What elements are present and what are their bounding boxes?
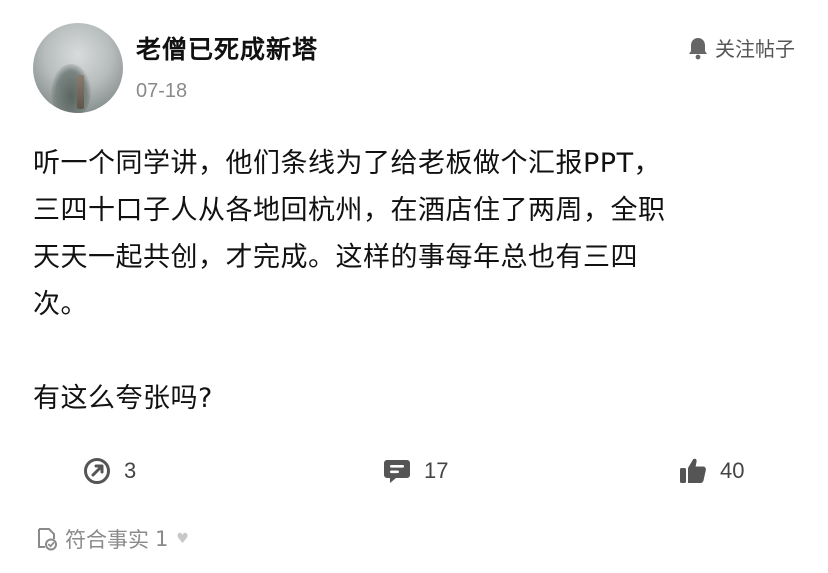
post-date: 07-18 [136, 80, 188, 102]
avatar-tree-shape [51, 64, 91, 113]
fact-tag[interactable]: 符合事实 1 ♥ [33, 524, 189, 554]
share-icon [82, 456, 112, 486]
comment-icon [382, 456, 412, 486]
author-name[interactable]: 老僧已死成新塔 [136, 30, 318, 66]
avatar-tower-shape [77, 75, 84, 109]
content-line: 听一个同学讲，他们条线为了给老板做个汇报PPT， [33, 148, 662, 179]
comment-count: 17 [424, 458, 449, 483]
content-line: 天天一起共创，才完成。这样的事每年总也有三四 [33, 242, 638, 273]
content-question: 有这么夸张吗? [33, 383, 213, 414]
follow-post-button[interactable]: 关注帖子 [687, 33, 795, 62]
share-count: 3 [124, 458, 137, 483]
post-content: 听一个同学讲，他们条线为了给老板做个汇报PPT， 三四十口子人从各地回杭州，在酒… [33, 140, 803, 422]
like-count: 40 [720, 458, 745, 483]
like-button[interactable]: 40 [678, 456, 744, 486]
bell-icon [687, 36, 709, 60]
heart-icon: ♥ [176, 531, 189, 547]
action-bar: 3 17 40 [0, 450, 828, 494]
content-line: 次。 [33, 289, 88, 320]
content-line: 三四十口子人从各地回杭州，在酒店住了两周，全职 [33, 195, 666, 226]
thumbs-up-icon [678, 456, 708, 486]
comment-button[interactable]: 17 [382, 456, 448, 486]
fact-check-icon [33, 526, 59, 552]
fact-tag-label: 符合事实 [65, 528, 149, 552]
post-card: 老僧已死成新塔 07-18 关注帖子 听一个同学讲，他们条线为了给老板做个汇报P… [0, 0, 828, 573]
share-button[interactable]: 3 [82, 456, 136, 486]
follow-post-label: 关注帖子 [715, 37, 795, 61]
author-avatar[interactable] [33, 23, 123, 113]
fact-tag-count: 1 [155, 527, 169, 551]
